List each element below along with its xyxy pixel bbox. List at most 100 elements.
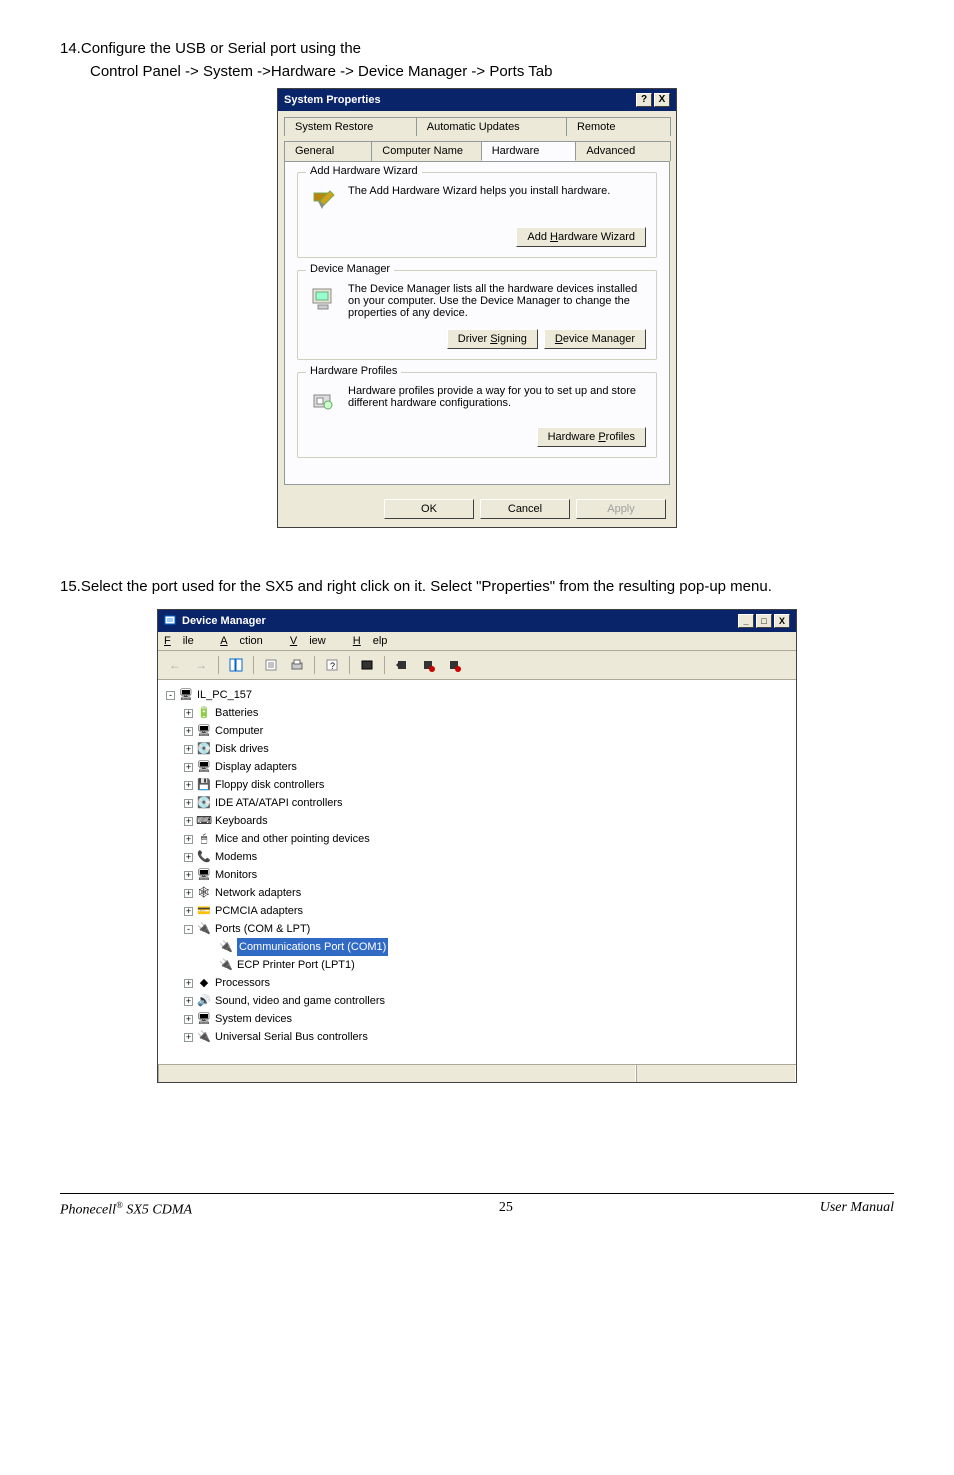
device-manager-icon <box>308 283 340 315</box>
tab-advanced[interactable]: Advanced <box>575 141 671 161</box>
dm-menubar: File Action View Help <box>158 632 796 651</box>
expand-icon[interactable]: + <box>184 763 193 772</box>
expand-icon[interactable]: + <box>184 835 193 844</box>
device-category-icon: 🔋 <box>197 706 211 720</box>
device-category-icon: ◆ <box>197 976 211 990</box>
expand-icon[interactable]: + <box>184 889 193 898</box>
expand-icon[interactable]: + <box>184 871 193 880</box>
tree-item[interactable]: +💽IDE ATA/ATAPI controllers <box>184 794 788 812</box>
tree-item[interactable]: +🕸Network adapters <box>184 884 788 902</box>
expand-icon[interactable]: + <box>184 907 193 916</box>
toolbar-show-hide-icon[interactable] <box>225 655 247 675</box>
cancel-button[interactable]: Cancel <box>480 499 570 519</box>
tree-item[interactable]: +⌨Keyboards <box>184 812 788 830</box>
tree-item[interactable]: +🔋Batteries <box>184 704 788 722</box>
expand-icon[interactable]: + <box>184 853 193 862</box>
device-category-icon: 💽 <box>197 742 211 756</box>
toolbar-help-icon[interactable]: ? <box>321 655 343 675</box>
tree-item-ports[interactable]: - 🔌 Ports (COM & LPT) <box>184 920 788 938</box>
step-14-line1: 14.Configure the USB or Serial port usin… <box>60 40 894 57</box>
toolbar-sep <box>384 656 385 674</box>
menu-file[interactable]: File <box>164 635 206 647</box>
tree-item[interactable]: +🔊Sound, video and game controllers <box>184 992 788 1010</box>
tab-hardware[interactable]: Hardware <box>481 141 577 161</box>
tab-computer-name[interactable]: Computer Name <box>371 141 481 161</box>
device-category-icon: 🖱 <box>197 832 211 846</box>
tree-item-lpt1[interactable]: 🔌 ECP Printer Port (LPT1) <box>206 956 788 974</box>
toolbar-update-icon[interactable] <box>417 655 439 675</box>
menu-help[interactable]: Help <box>353 635 400 647</box>
group-text-hw: The Add Hardware Wizard helps you instal… <box>348 185 646 197</box>
expand-icon[interactable]: + <box>184 979 193 988</box>
device-category-icon: 💽 <box>197 796 211 810</box>
hardware-wizard-icon <box>308 185 340 217</box>
group-title-hp: Hardware Profiles <box>306 365 401 377</box>
system-properties-dialog: System Properties ? X System Restore Aut… <box>277 88 677 528</box>
group-title-dm: Device Manager <box>306 263 394 275</box>
tree-item[interactable]: +🔌Universal Serial Bus controllers <box>184 1028 788 1046</box>
toolbar-sep <box>218 656 219 674</box>
tree-item[interactable]: +🖥System devices <box>184 1010 788 1028</box>
help-button[interactable]: ? <box>636 93 652 107</box>
expand-icon[interactable]: + <box>184 709 193 718</box>
tree-item[interactable]: +📞Modems <box>184 848 788 866</box>
tab-automatic-updates[interactable]: Automatic Updates <box>416 117 567 136</box>
expand-icon[interactable]: + <box>184 799 193 808</box>
ok-button[interactable]: OK <box>384 499 474 519</box>
group-hardware-profiles: Hardware Profiles Hardware profiles prov… <box>297 372 657 458</box>
apply-button: Apply <box>576 499 666 519</box>
tree-item[interactable]: +💳PCMCIA adapters <box>184 902 788 920</box>
tab-remote[interactable]: Remote <box>566 117 671 136</box>
tree-item[interactable]: +🖱Mice and other pointing devices <box>184 830 788 848</box>
expand-icon[interactable]: + <box>184 1033 193 1042</box>
device-category-icon: 💾 <box>197 778 211 792</box>
tab-general[interactable]: General <box>284 141 372 161</box>
group-text-hp: Hardware profiles provide a way for you … <box>348 385 646 409</box>
tree-item[interactable]: +💽Disk drives <box>184 740 788 758</box>
window-close-button[interactable]: X <box>774 614 790 628</box>
status-bar <box>158 1064 796 1082</box>
hardware-profiles-button[interactable]: Hardware Profiles <box>537 427 646 447</box>
tree-item[interactable]: +🖥Display adapters <box>184 758 788 776</box>
port-icon: 🔌 <box>219 958 233 972</box>
tree-item[interactable]: +🖥Computer <box>184 722 788 740</box>
collapse-icon[interactable]: - <box>166 691 175 700</box>
toolbar-disable-icon[interactable] <box>443 655 465 675</box>
expand-icon[interactable]: + <box>184 817 193 826</box>
device-category-icon: ⌨ <box>197 814 211 828</box>
device-category-icon: 🖥 <box>197 760 211 774</box>
add-hardware-wizard-button[interactable]: Add Hardware Wizard <box>516 227 646 247</box>
device-category-icon: 🖥 <box>197 1012 211 1026</box>
device-category-icon: 🖥 <box>197 868 211 882</box>
expand-icon[interactable]: + <box>184 781 193 790</box>
tree-item[interactable]: +🖥Monitors <box>184 866 788 884</box>
toolbar-sep <box>253 656 254 674</box>
minimize-button[interactable]: _ <box>738 614 754 628</box>
expand-icon[interactable]: + <box>184 745 193 754</box>
device-manager-button[interactable]: Device Manager <box>544 329 646 349</box>
toolbar-forward-icon[interactable]: → <box>190 655 212 675</box>
dm-titlebar: Device Manager _ □ X <box>158 610 796 632</box>
toolbar-back-icon[interactable]: ← <box>164 655 186 675</box>
menu-action[interactable]: Action <box>220 635 275 647</box>
collapse-icon[interactable]: - <box>184 925 193 934</box>
close-button[interactable]: X <box>654 93 670 107</box>
driver-signing-button[interactable]: Driver Signing <box>447 329 538 349</box>
device-category-icon: 🔊 <box>197 994 211 1008</box>
expand-icon[interactable]: + <box>184 1015 193 1024</box>
tree-item-com1[interactable]: 🔌 Communications Port (COM1) <box>206 938 788 956</box>
tree-item[interactable]: +💾Floppy disk controllers <box>184 776 788 794</box>
toolbar-sep <box>349 656 350 674</box>
toolbar-scan-icon[interactable] <box>356 655 378 675</box>
expand-icon[interactable]: + <box>184 727 193 736</box>
expand-icon[interactable]: + <box>184 997 193 1006</box>
toolbar-properties-icon[interactable] <box>260 655 282 675</box>
dialog-titlebar: System Properties ? X <box>278 89 676 111</box>
toolbar-uninstall-icon[interactable] <box>391 655 413 675</box>
menu-view[interactable]: View <box>290 635 338 647</box>
tree-item[interactable]: +◆Processors <box>184 974 788 992</box>
toolbar-print-icon[interactable] <box>286 655 308 675</box>
tree-root[interactable]: - 🖥 IL_PC_157 <box>166 686 788 704</box>
maximize-button[interactable]: □ <box>756 614 772 628</box>
tab-system-restore[interactable]: System Restore <box>284 117 417 136</box>
